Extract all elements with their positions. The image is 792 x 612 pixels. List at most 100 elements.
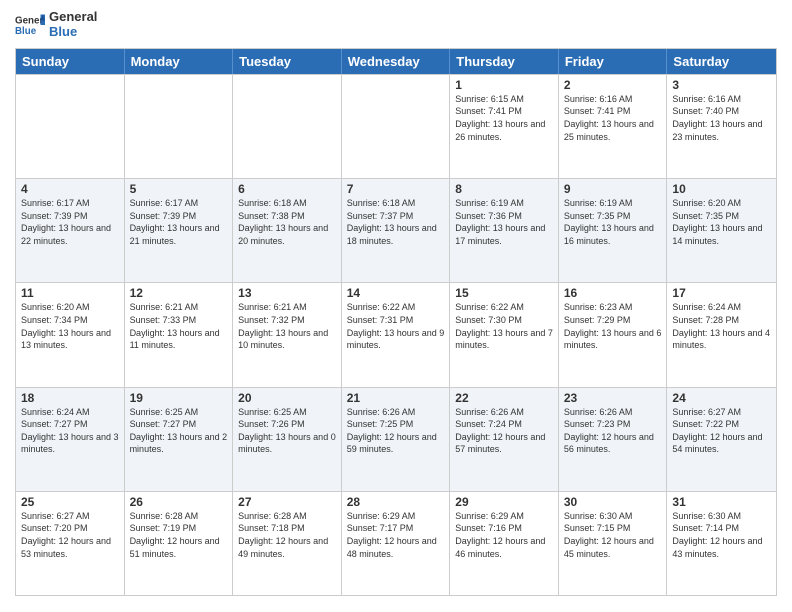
header-day-friday: Friday — [559, 49, 668, 74]
day-number: 31 — [672, 495, 771, 509]
day-number: 7 — [347, 182, 445, 196]
day-number: 1 — [455, 78, 553, 92]
day-info: Sunrise: 6:17 AM Sunset: 7:39 PM Dayligh… — [21, 197, 119, 247]
calendar-header: SundayMondayTuesdayWednesdayThursdayFrid… — [16, 49, 776, 74]
day-number: 8 — [455, 182, 553, 196]
day-info: Sunrise: 6:16 AM Sunset: 7:40 PM Dayligh… — [672, 93, 771, 143]
day-number: 15 — [455, 286, 553, 300]
day-number: 5 — [130, 182, 228, 196]
day-cell-6: 6Sunrise: 6:18 AM Sunset: 7:38 PM Daylig… — [233, 179, 342, 282]
day-info: Sunrise: 6:18 AM Sunset: 7:38 PM Dayligh… — [238, 197, 336, 247]
day-number: 30 — [564, 495, 662, 509]
day-cell-10: 10Sunrise: 6:20 AM Sunset: 7:35 PM Dayli… — [667, 179, 776, 282]
day-cell-26: 26Sunrise: 6:28 AM Sunset: 7:19 PM Dayli… — [125, 492, 234, 595]
day-info: Sunrise: 6:27 AM Sunset: 7:20 PM Dayligh… — [21, 510, 119, 560]
day-number: 4 — [21, 182, 119, 196]
day-info: Sunrise: 6:26 AM Sunset: 7:25 PM Dayligh… — [347, 406, 445, 456]
day-cell-14: 14Sunrise: 6:22 AM Sunset: 7:31 PM Dayli… — [342, 283, 451, 386]
day-number: 28 — [347, 495, 445, 509]
header-day-sunday: Sunday — [16, 49, 125, 74]
day-info: Sunrise: 6:26 AM Sunset: 7:24 PM Dayligh… — [455, 406, 553, 456]
day-info: Sunrise: 6:19 AM Sunset: 7:35 PM Dayligh… — [564, 197, 662, 247]
week-row-1: 1Sunrise: 6:15 AM Sunset: 7:41 PM Daylig… — [16, 74, 776, 178]
day-number: 17 — [672, 286, 771, 300]
day-info: Sunrise: 6:28 AM Sunset: 7:18 PM Dayligh… — [238, 510, 336, 560]
day-cell-empty-2 — [233, 75, 342, 178]
day-number: 22 — [455, 391, 553, 405]
header-day-wednesday: Wednesday — [342, 49, 451, 74]
day-cell-17: 17Sunrise: 6:24 AM Sunset: 7:28 PM Dayli… — [667, 283, 776, 386]
week-row-5: 25Sunrise: 6:27 AM Sunset: 7:20 PM Dayli… — [16, 491, 776, 595]
day-number: 11 — [21, 286, 119, 300]
day-number: 3 — [672, 78, 771, 92]
day-info: Sunrise: 6:29 AM Sunset: 7:17 PM Dayligh… — [347, 510, 445, 560]
day-cell-2: 2Sunrise: 6:16 AM Sunset: 7:41 PM Daylig… — [559, 75, 668, 178]
day-cell-30: 30Sunrise: 6:30 AM Sunset: 7:15 PM Dayli… — [559, 492, 668, 595]
logo-general: General — [49, 10, 129, 25]
day-number: 10 — [672, 182, 771, 196]
day-cell-15: 15Sunrise: 6:22 AM Sunset: 7:30 PM Dayli… — [450, 283, 559, 386]
day-number: 20 — [238, 391, 336, 405]
svg-text:Blue: Blue — [15, 26, 37, 37]
day-number: 16 — [564, 286, 662, 300]
day-number: 6 — [238, 182, 336, 196]
logo-icon: General Blue — [15, 13, 45, 37]
day-info: Sunrise: 6:18 AM Sunset: 7:37 PM Dayligh… — [347, 197, 445, 247]
day-cell-empty-0 — [16, 75, 125, 178]
day-cell-21: 21Sunrise: 6:26 AM Sunset: 7:25 PM Dayli… — [342, 388, 451, 491]
day-info: Sunrise: 6:30 AM Sunset: 7:15 PM Dayligh… — [564, 510, 662, 560]
header-day-tuesday: Tuesday — [233, 49, 342, 74]
day-cell-31: 31Sunrise: 6:30 AM Sunset: 7:14 PM Dayli… — [667, 492, 776, 595]
page: General Blue General Blue SundayMondayTu… — [0, 0, 792, 612]
day-number: 14 — [347, 286, 445, 300]
day-info: Sunrise: 6:16 AM Sunset: 7:41 PM Dayligh… — [564, 93, 662, 143]
day-number: 18 — [21, 391, 119, 405]
day-number: 23 — [564, 391, 662, 405]
day-cell-8: 8Sunrise: 6:19 AM Sunset: 7:36 PM Daylig… — [450, 179, 559, 282]
day-info: Sunrise: 6:25 AM Sunset: 7:26 PM Dayligh… — [238, 406, 336, 456]
day-cell-4: 4Sunrise: 6:17 AM Sunset: 7:39 PM Daylig… — [16, 179, 125, 282]
day-number: 19 — [130, 391, 228, 405]
day-info: Sunrise: 6:17 AM Sunset: 7:39 PM Dayligh… — [130, 197, 228, 247]
day-cell-29: 29Sunrise: 6:29 AM Sunset: 7:16 PM Dayli… — [450, 492, 559, 595]
header: General Blue General Blue — [15, 10, 777, 40]
day-cell-19: 19Sunrise: 6:25 AM Sunset: 7:27 PM Dayli… — [125, 388, 234, 491]
day-info: Sunrise: 6:20 AM Sunset: 7:35 PM Dayligh… — [672, 197, 771, 247]
day-cell-12: 12Sunrise: 6:21 AM Sunset: 7:33 PM Dayli… — [125, 283, 234, 386]
week-row-3: 11Sunrise: 6:20 AM Sunset: 7:34 PM Dayli… — [16, 282, 776, 386]
day-number: 2 — [564, 78, 662, 92]
day-info: Sunrise: 6:27 AM Sunset: 7:22 PM Dayligh… — [672, 406, 771, 456]
day-cell-20: 20Sunrise: 6:25 AM Sunset: 7:26 PM Dayli… — [233, 388, 342, 491]
day-cell-25: 25Sunrise: 6:27 AM Sunset: 7:20 PM Dayli… — [16, 492, 125, 595]
day-cell-1: 1Sunrise: 6:15 AM Sunset: 7:41 PM Daylig… — [450, 75, 559, 178]
day-cell-5: 5Sunrise: 6:17 AM Sunset: 7:39 PM Daylig… — [125, 179, 234, 282]
day-info: Sunrise: 6:24 AM Sunset: 7:28 PM Dayligh… — [672, 301, 771, 351]
day-info: Sunrise: 6:19 AM Sunset: 7:36 PM Dayligh… — [455, 197, 553, 247]
day-cell-28: 28Sunrise: 6:29 AM Sunset: 7:17 PM Dayli… — [342, 492, 451, 595]
day-number: 29 — [455, 495, 553, 509]
day-cell-24: 24Sunrise: 6:27 AM Sunset: 7:22 PM Dayli… — [667, 388, 776, 491]
week-row-4: 18Sunrise: 6:24 AM Sunset: 7:27 PM Dayli… — [16, 387, 776, 491]
day-number: 26 — [130, 495, 228, 509]
day-info: Sunrise: 6:26 AM Sunset: 7:23 PM Dayligh… — [564, 406, 662, 456]
day-info: Sunrise: 6:15 AM Sunset: 7:41 PM Dayligh… — [455, 93, 553, 143]
day-cell-22: 22Sunrise: 6:26 AM Sunset: 7:24 PM Dayli… — [450, 388, 559, 491]
day-cell-empty-3 — [342, 75, 451, 178]
day-cell-empty-1 — [125, 75, 234, 178]
logo-blue: Blue — [49, 25, 129, 40]
day-cell-11: 11Sunrise: 6:20 AM Sunset: 7:34 PM Dayli… — [16, 283, 125, 386]
header-day-thursday: Thursday — [450, 49, 559, 74]
day-cell-7: 7Sunrise: 6:18 AM Sunset: 7:37 PM Daylig… — [342, 179, 451, 282]
day-info: Sunrise: 6:23 AM Sunset: 7:29 PM Dayligh… — [564, 301, 662, 351]
day-info: Sunrise: 6:28 AM Sunset: 7:19 PM Dayligh… — [130, 510, 228, 560]
day-info: Sunrise: 6:22 AM Sunset: 7:30 PM Dayligh… — [455, 301, 553, 351]
day-number: 24 — [672, 391, 771, 405]
day-cell-9: 9Sunrise: 6:19 AM Sunset: 7:35 PM Daylig… — [559, 179, 668, 282]
day-cell-18: 18Sunrise: 6:24 AM Sunset: 7:27 PM Dayli… — [16, 388, 125, 491]
week-row-2: 4Sunrise: 6:17 AM Sunset: 7:39 PM Daylig… — [16, 178, 776, 282]
header-day-monday: Monday — [125, 49, 234, 74]
logo: General Blue General Blue — [15, 10, 129, 40]
day-cell-27: 27Sunrise: 6:28 AM Sunset: 7:18 PM Dayli… — [233, 492, 342, 595]
header-day-saturday: Saturday — [667, 49, 776, 74]
day-cell-23: 23Sunrise: 6:26 AM Sunset: 7:23 PM Dayli… — [559, 388, 668, 491]
